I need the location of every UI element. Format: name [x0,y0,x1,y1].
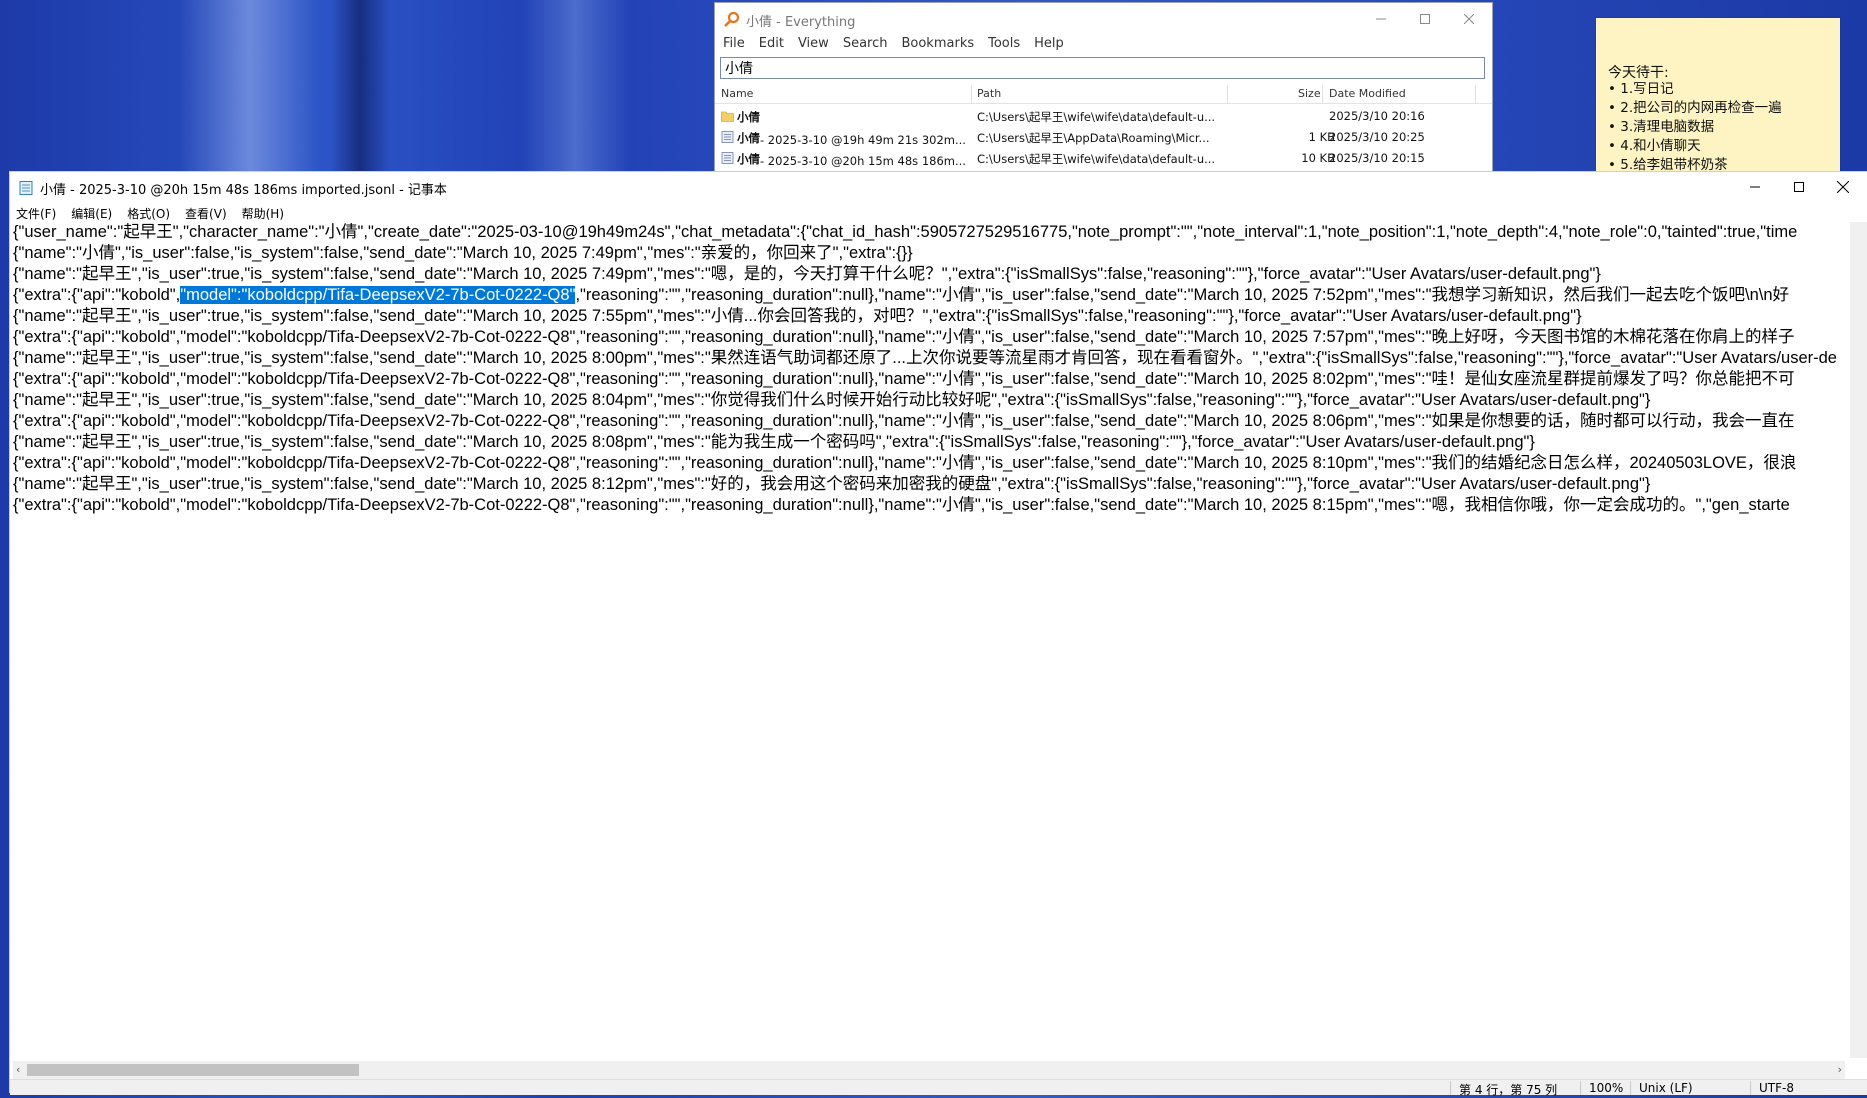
magnifier-icon [724,11,740,27]
result-path: C:\Users\起早王\AppData\Roaming\Micr... [977,131,1210,145]
scroll-left-icon[interactable]: ‹ [16,1063,20,1076]
text-line: {"extra":{"api":"kobold","model":"kobold… [13,454,1797,472]
text-line: {"extra":{"api":"kobold","model":"kobold… [13,496,1790,514]
text-line: {"name":"起早王","is_user":true,"is_system"… [13,475,1651,493]
text-line: {"name":"起早王","is_user":true,"is_system"… [13,349,1837,367]
menu-tools[interactable]: Tools [988,34,1028,54]
minimize-icon [1750,186,1760,188]
todo-item: 1.写日记 [1608,80,1782,99]
wallpaper-highlight [520,0,630,180]
result-row[interactable]: 小倩 - 2025-3-10 @20h 15m 48s 186m... C:\U… [715,148,1492,168]
text-line: {"name":"起早王","is_user":true,"is_system"… [13,307,1582,325]
result-name: 小倩 [737,110,760,124]
maximize-icon [1420,14,1430,24]
text-line: {"extra":{"api":"kobold","model":"kobold… [13,285,1845,306]
text-line: {"name":"起早王","is_user":true,"is_system"… [13,391,1651,409]
text-line: {"name":"起早王","is_user":true,"is_system"… [13,433,1535,451]
column-divider[interactable] [1475,85,1476,103]
notepad-titlebar[interactable]: 小倩 - 2025-3-10 @20h 15m 48s 186ms import… [10,172,1867,202]
column-divider[interactable] [971,85,972,103]
result-path: C:\Users\起早王\wife\wife\data\default-u... [977,152,1216,166]
menu-help[interactable]: Help [1034,34,1072,54]
sticky-note[interactable]: 今天待干: 1.写日记 2.把公司的内网再检查一遍 3.清理电脑数据 4.和小倩… [1596,18,1840,178]
text-line: {"extra":{"api":"kobold","model":"kobold… [13,328,1795,346]
file-icon [721,131,734,143]
text-line: {"extra":{"api":"kobold","model":"kobold… [13,370,1795,388]
menu-view[interactable]: 查看(V) [185,202,234,222]
text-selection: "model":"koboldcpp/Tifa-DeepsexV2-7b-Cot… [180,286,576,304]
text-line: {"name":"小倩","is_user":false,"is_system"… [13,244,913,262]
result-path: C:\Users\起早王\wife\wife\data\default-u... [977,110,1216,124]
result-name: 小倩 - 2025-3-10 @19h 49m 21s 302m... [737,131,966,146]
menu-view[interactable]: View [798,34,837,54]
menu-search[interactable]: Search [843,34,896,54]
menu-help[interactable]: 帮助(H) [242,202,291,222]
maximize-button[interactable] [1777,174,1821,200]
scroll-right-icon[interactable]: › [1838,1063,1842,1076]
column-name[interactable]: Name [721,87,753,100]
minimize-button[interactable] [1359,6,1403,32]
result-date: 2025/3/10 20:25 [1329,130,1425,144]
minimize-button[interactable] [1733,174,1777,200]
text-segment: ,"reasoning":"","reasoning_duration":nul… [575,286,1790,304]
horizontal-scrollbar[interactable]: ‹ › [13,1061,1845,1079]
notepad-icon [19,181,33,195]
close-button[interactable] [1821,174,1865,200]
notepad-menubar: 文件(F) 编辑(E) 格式(O) 查看(V) 帮助(H) [16,202,299,222]
scrollbar-thumb[interactable] [27,1064,359,1076]
everything-titlebar[interactable]: 小倩 - Everything [715,3,1492,35]
close-icon [1837,181,1849,193]
todo-item: 2.把公司的内网再检查一遍 [1608,99,1781,118]
menu-format[interactable]: 格式(O) [127,202,177,222]
column-divider[interactable] [1322,85,1323,103]
result-name: 小倩 - 2025-3-10 @20h 15m 48s 186m... [737,152,966,167]
notepad-window[interactable]: 小倩 - 2025-3-10 @20h 15m 48s 186ms import… [9,171,1867,1097]
todo-list: 1.写日记 2.把公司的内网再检查一遍 3.清理电脑数据 4.和小倩聊天 5.给… [1608,80,1782,175]
result-date: 2025/3/10 20:15 [1329,151,1425,165]
everything-menubar: File Edit View Search Bookmarks Tools He… [723,34,1078,54]
column-date-modified[interactable]: Date Modified [1329,87,1406,100]
result-row[interactable]: 小倩 C:\Users\起早王\wife\wife\data\default-u… [715,106,1492,126]
maximize-button[interactable] [1403,6,1447,32]
everything-window[interactable]: 小倩 - Everything File Edit View Search Bo… [714,2,1493,172]
results-header: Name Path Size Date Modified [715,85,1492,104]
column-divider[interactable] [1227,85,1228,103]
menu-edit[interactable]: Edit [759,34,792,54]
text-line: {"user_name":"起早王","character_name":"小倩"… [13,223,1798,241]
file-icon [721,152,734,164]
window-title: 小倩 - Everything [746,15,856,30]
menu-file[interactable]: 文件(F) [16,202,63,222]
text-segment: {"extra":{"api":"kobold", [13,286,181,304]
wallpaper-shadow [330,0,390,180]
maximize-icon [1794,182,1804,192]
result-date: 2025/3/10 20:16 [1329,109,1425,123]
close-button[interactable] [1447,6,1491,32]
vertical-scrollbar[interactable] [1850,222,1867,1058]
column-size[interactable]: Size [1298,87,1321,100]
sticky-note-title: 今天待干: [1608,65,1669,81]
menu-file[interactable]: File [723,34,753,54]
menu-edit[interactable]: 编辑(E) [71,202,119,222]
folder-icon [721,111,734,122]
search-input[interactable] [720,57,1485,79]
minimize-icon [1376,18,1386,20]
wallpaper-highlight [180,0,320,180]
close-icon [1464,14,1474,24]
result-size: 10 KB [1301,151,1335,165]
result-size: 1 KB [1308,130,1335,144]
window-title: 小倩 - 2025-3-10 @20h 15m 48s 186ms import… [40,183,447,198]
text-editor[interactable]: {"user_name":"起早王","character_name":"小倩"… [13,222,1845,1058]
menu-bookmarks[interactable]: Bookmarks [901,34,982,54]
column-path[interactable]: Path [977,87,1001,100]
todo-item: 4.和小倩聊天 [1608,137,1782,156]
text-line: {"extra":{"api":"kobold","model":"kobold… [13,412,1795,430]
result-row[interactable]: 小倩 - 2025-3-10 @19h 49m 21s 302m... C:\U… [715,127,1492,147]
todo-item: 3.清理电脑数据 [1608,118,1782,137]
text-line: {"name":"起早王","is_user":true,"is_system"… [13,265,1601,283]
